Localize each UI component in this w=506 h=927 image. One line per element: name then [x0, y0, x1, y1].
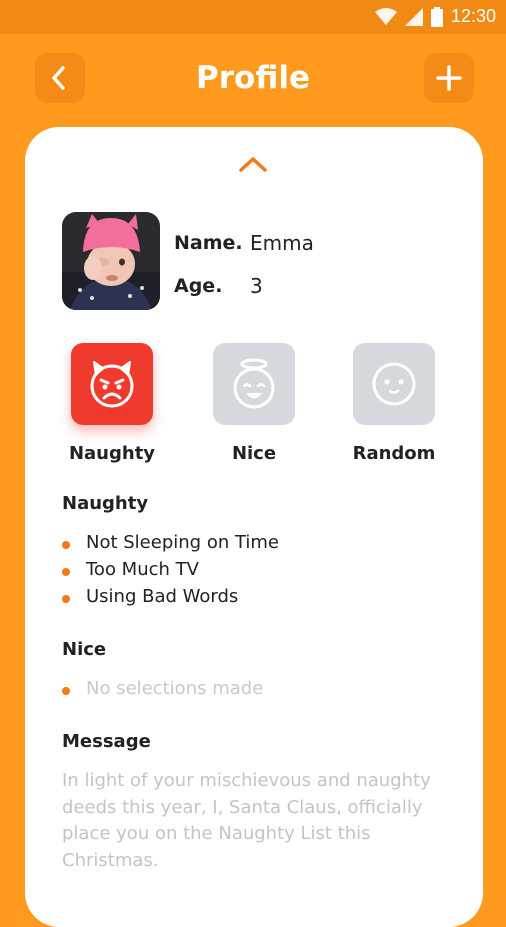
message-text: In light of your mischievous and naughty… [62, 770, 431, 871]
signal-icon [404, 7, 423, 26]
status-bar: 12:30 [0, 0, 506, 34]
bullet-icon [62, 686, 70, 695]
list-item-text: No selections made [86, 678, 264, 699]
list-item-text: Using Bad Words [86, 586, 239, 607]
bullet-icon [62, 594, 70, 603]
age-label: Age. [174, 275, 223, 297]
name-label: Name. [174, 232, 243, 254]
name-value: Emma [250, 231, 314, 255]
random-button[interactable] [353, 343, 435, 425]
angel-face-icon [233, 358, 275, 409]
nice-section-title: Nice [62, 639, 107, 660]
avatar [62, 212, 160, 310]
bullet-icon [62, 567, 70, 576]
status-time: 12:30 [450, 6, 496, 26]
bullet-icon [62, 540, 70, 549]
neutral-face-icon [372, 362, 416, 406]
list-item: Too Much TV [62, 559, 199, 580]
list-item-text: Too Much TV [86, 559, 199, 580]
add-button[interactable] [424, 53, 474, 103]
plus-icon [436, 65, 462, 91]
list-item: No selections made [62, 678, 263, 699]
nice-button[interactable] [213, 343, 295, 425]
naughty-section-title: Naughty [62, 493, 149, 514]
devil-face-icon [90, 361, 134, 408]
wifi-icon [374, 7, 397, 25]
battery-icon [430, 6, 443, 27]
naughty-button[interactable] [71, 343, 153, 425]
naughty-label: Naughty [68, 443, 156, 464]
list-item: Using Bad Words [62, 586, 238, 607]
message-section-title: Message [62, 731, 151, 752]
age-value: 3 [250, 274, 263, 298]
child-photo [62, 212, 160, 310]
profile-card: Name. Emma Age. 3 Naughty Nice Random Na… [25, 127, 483, 927]
list-item: Not Sleeping on Time [62, 532, 279, 553]
list-item-text: Not Sleeping on Time [86, 532, 280, 553]
chevron-up-icon[interactable] [238, 154, 268, 174]
nice-label: Nice [231, 443, 277, 464]
random-label: Random [352, 443, 436, 464]
